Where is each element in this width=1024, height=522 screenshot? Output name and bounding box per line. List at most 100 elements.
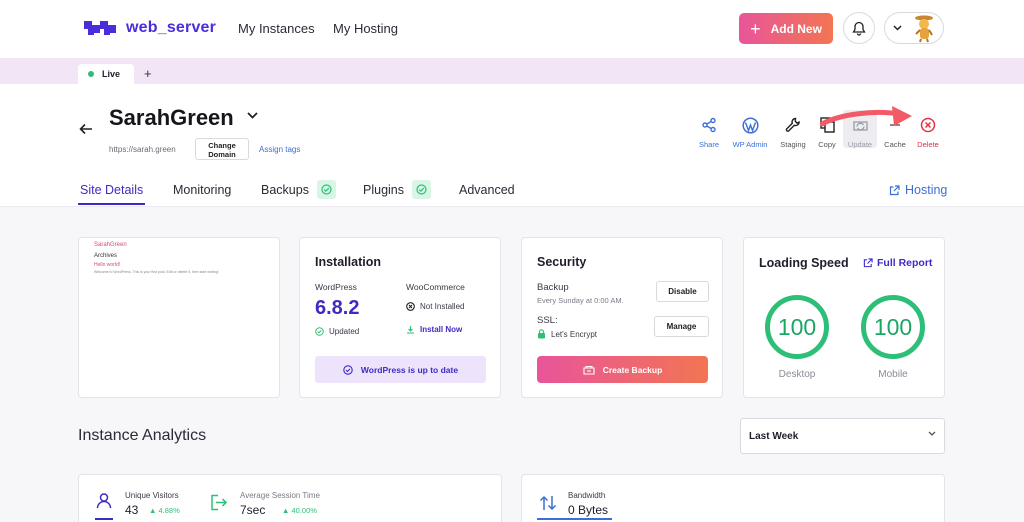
nav-my-hosting[interactable]: My Hosting (333, 21, 398, 36)
mobile-score-gauge: 100 (861, 295, 925, 359)
tab-advanced[interactable]: Advanced (459, 183, 515, 197)
tab-site-details[interactable]: Site Details (80, 183, 143, 197)
tab-monitoring-label: Monitoring (173, 183, 232, 197)
unique-visitors-delta: ▲ 4.88% (149, 506, 180, 515)
backup-schedule: Every Sunday at 0:00 AM. (537, 296, 624, 305)
wp-admin-button[interactable]: WP Admin (730, 114, 770, 149)
logo-mark-icon (84, 19, 122, 37)
tab-plugins-label: Plugins (363, 182, 404, 197)
desktop-label: Desktop (778, 369, 816, 380)
installation-title: Installation (315, 255, 381, 269)
tab-backups[interactable]: Backups (261, 180, 336, 199)
add-new-button[interactable]: + Add New (739, 13, 833, 44)
full-report-link[interactable]: Full Report (863, 257, 932, 269)
session-time-label: Average Session Time (240, 491, 320, 500)
update-label: Update (847, 140, 873, 149)
hosting-link-label: Hosting (905, 183, 948, 197)
wp-admin-label: WP Admin (732, 140, 768, 149)
disable-backup-button[interactable]: Disable (656, 281, 709, 302)
bandwidth-card: Bandwidth 0 Bytes (521, 474, 945, 522)
install-now-link[interactable]: Install Now (406, 325, 462, 334)
add-environment-button[interactable]: + (144, 66, 152, 81)
bandwidth-underline (537, 518, 612, 520)
visitors-card: Unique Visitors 43 ▲ 4.88% Average Sessi… (78, 474, 502, 522)
backup-icon (583, 365, 595, 375)
check-circle-icon (343, 364, 353, 375)
preview-site-name: SarahGreen (94, 242, 127, 248)
lock-icon (538, 329, 545, 339)
instance-analytics-title: Instance Analytics (78, 427, 207, 444)
wordpress-up-to-date-label: WordPress is up to date (360, 364, 459, 375)
annotation-arrow-icon (820, 106, 912, 127)
share-button[interactable]: Share (689, 114, 729, 149)
unique-visitors-value: 43 (125, 503, 139, 517)
delete-label: Delete (917, 140, 939, 149)
chevron-down-icon (893, 25, 902, 31)
tab-monitoring[interactable]: Monitoring (173, 183, 231, 197)
full-report-label: Full Report (877, 257, 933, 269)
desktop-score-gauge: 100 (765, 295, 829, 359)
wordpress-up-to-date-button[interactable]: WordPress is up to date (315, 356, 486, 383)
woocommerce-status-label: Not Installed (420, 302, 465, 311)
session-exit-icon (211, 494, 228, 511)
assign-tags-link[interactable]: Assign tags (259, 145, 300, 154)
site-switcher-chevron-icon[interactable] (247, 112, 258, 119)
unique-visitors-label: Unique Visitors (125, 491, 179, 500)
external-link-icon (863, 258, 873, 268)
tab-plugins[interactable]: Plugins (363, 180, 431, 199)
create-backup-button[interactable]: Create Backup (537, 356, 708, 383)
logo-text: web_server (126, 19, 217, 36)
wordpress-status: Updated (315, 327, 359, 336)
tab-backups-label: Backups (261, 182, 309, 197)
external-link-icon (889, 184, 900, 195)
live-status-dot (88, 71, 94, 77)
share-icon (702, 117, 716, 133)
date-range-select[interactable]: Last Week (740, 418, 945, 454)
back-arrow-icon[interactable] (79, 123, 93, 135)
wordpress-status-label: Updated (329, 327, 360, 336)
delete-icon (920, 117, 936, 133)
loading-speed-card: Loading Speed Full Report 100 Desktop 10… (743, 237, 945, 398)
bandwidth-value: 0 Bytes (568, 503, 609, 517)
user-icon (96, 493, 112, 509)
add-new-label: Add New (770, 21, 822, 36)
ssl-provider: Let's Encrypt (551, 329, 597, 339)
bell-icon (852, 21, 866, 36)
plugins-check-icon (412, 180, 431, 199)
nav-my-instances[interactable]: My Instances (238, 21, 315, 36)
environment-tabs: Live + (0, 58, 1024, 84)
session-time-delta: ▲ 40.00% (282, 506, 317, 515)
tab-live[interactable]: Live (78, 64, 134, 84)
top-header: web_server My Instances My Hosting + Add… (0, 0, 1024, 58)
tab-site-details-label: Site Details (80, 183, 144, 197)
site-url[interactable]: https://sarah.green (109, 145, 176, 154)
woocommerce-status: Not Installed (406, 302, 464, 311)
active-tab-indicator (78, 203, 145, 205)
install-now-label: Install Now (420, 325, 463, 334)
ssl-label: SSL: (537, 315, 558, 326)
date-range-value: Last Week (749, 430, 799, 442)
installation-card: Installation WordPress 6.8.2 Updated Woo… (299, 237, 501, 398)
profile-menu[interactable] (884, 12, 944, 44)
preview-archives: Archives (94, 253, 118, 259)
session-time-value: 7sec (240, 503, 266, 517)
create-backup-label: Create Backup (602, 364, 663, 375)
tab-advanced-label: Advanced (459, 183, 515, 197)
change-domain-button[interactable]: Change Domain (195, 138, 249, 160)
manage-ssl-button[interactable]: Manage (654, 316, 709, 337)
transfer-arrows-icon (539, 495, 557, 511)
preview-body: Welcome to WordPress. This is your first… (94, 270, 219, 274)
share-label: Share (698, 140, 719, 149)
site-preview-card[interactable]: SarahGreen Archives Hello world! Welcome… (78, 237, 280, 398)
chevron-down-icon (928, 431, 936, 436)
preview-hello: Hello world! (94, 262, 121, 268)
logo[interactable]: web_server (84, 19, 216, 37)
avatar (915, 15, 933, 43)
backups-check-icon (316, 180, 336, 199)
site-title: SarahGreen (109, 105, 234, 130)
plus-icon: + (750, 18, 761, 39)
bandwidth-label: Bandwidth (568, 491, 606, 500)
notifications-button[interactable] (843, 12, 875, 44)
hosting-link[interactable]: Hosting (889, 183, 947, 197)
backup-label: Backup (537, 282, 569, 293)
